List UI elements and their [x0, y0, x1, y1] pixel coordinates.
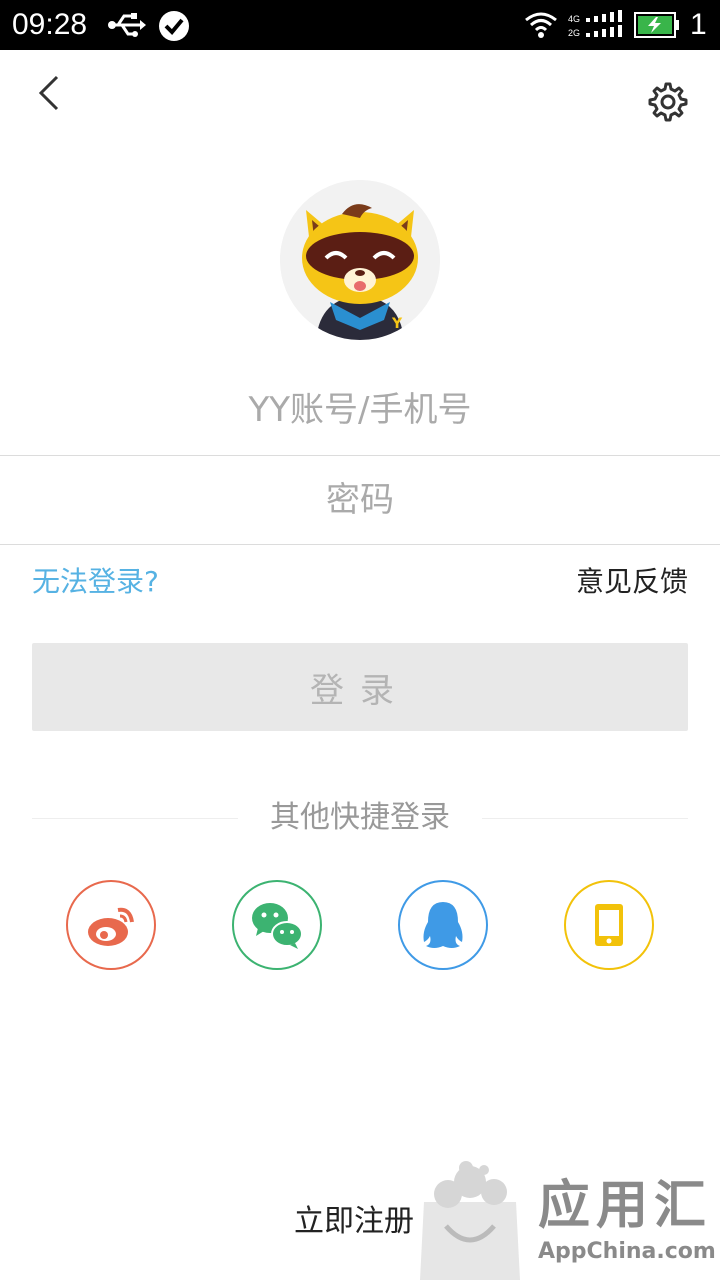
- battery-level: 1: [690, 8, 707, 41]
- chevron-left-icon: [38, 75, 59, 111]
- status-time: 09:28: [12, 8, 88, 41]
- yy-mascot-icon: Y: [280, 180, 440, 340]
- gear-icon: [648, 82, 688, 122]
- register-link[interactable]: 立即注册: [294, 1200, 414, 1244]
- network-2g-label: 2G: [568, 28, 580, 38]
- account-input[interactable]: [0, 366, 720, 454]
- phone-icon: [564, 880, 654, 970]
- settings-button[interactable]: [644, 78, 692, 126]
- signal-icon: 4G 2G: [568, 10, 624, 40]
- qq-login-button[interactable]: [398, 880, 488, 970]
- avatar: Y: [280, 180, 440, 340]
- check-circle-icon: [159, 11, 189, 41]
- weibo-icon: [66, 880, 156, 970]
- login-button[interactable]: 登录: [32, 643, 688, 731]
- password-divider: [0, 544, 720, 545]
- qq-penguin-icon: [398, 880, 488, 970]
- quick-login-title: 其他快捷登录: [270, 800, 450, 835]
- back-button[interactable]: [28, 66, 72, 120]
- wechat-login-button[interactable]: [232, 880, 322, 970]
- appchina-bag-icon: [420, 1161, 520, 1280]
- password-input[interactable]: [0, 456, 720, 544]
- phone-login-button[interactable]: [564, 880, 654, 970]
- weibo-login-button[interactable]: [66, 880, 156, 970]
- cant-login-link[interactable]: 无法登录?: [32, 562, 159, 602]
- appchina-watermark: 应用汇 AppChina.com: [420, 1158, 720, 1280]
- svg-text:Y: Y: [391, 316, 403, 332]
- watermark-subtitle: AppChina.com: [538, 1239, 716, 1264]
- battery-charging-icon: [634, 12, 679, 38]
- network-4g-label: 4G: [568, 14, 580, 24]
- wechat-icon: [232, 880, 322, 970]
- status-bar: 09:28 4G 2G 1: [0, 0, 720, 50]
- watermark-title: 应用汇: [538, 1176, 713, 1236]
- feedback-link[interactable]: 意见反馈: [576, 562, 688, 602]
- usb-icon: [108, 13, 146, 37]
- wifi-icon: [525, 12, 557, 38]
